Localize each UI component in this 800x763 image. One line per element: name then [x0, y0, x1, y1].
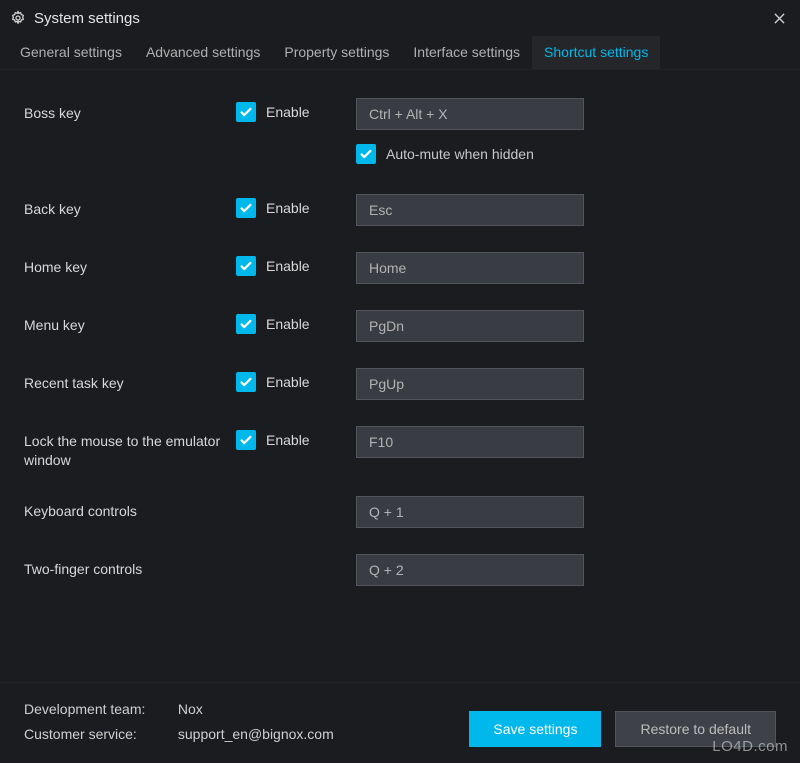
enable-boss-key: Enable: [236, 98, 356, 122]
tab-shortcut[interactable]: Shortcut settings: [532, 36, 660, 69]
save-button[interactable]: Save settings: [469, 711, 601, 747]
label-recent-key: Recent task key: [24, 368, 236, 393]
input-back-key[interactable]: [356, 194, 584, 226]
input-wrap-twofinger: [356, 554, 776, 586]
row-lock-mouse: Lock the mouse to the emulator window En…: [24, 426, 776, 470]
enable-keyboard-controls-empty: [236, 496, 356, 500]
enable-menu-key: Enable: [236, 310, 356, 334]
row-recent-key: Recent task key Enable: [24, 368, 776, 400]
label-boss-key: Boss key: [24, 98, 236, 123]
row-back-key: Back key Enable: [24, 194, 776, 226]
gear-icon: [10, 10, 26, 26]
input-wrap-boss: Auto-mute when hidden: [356, 98, 776, 164]
input-recent-key[interactable]: [356, 368, 584, 400]
input-wrap-home: [356, 252, 776, 284]
tab-interface[interactable]: Interface settings: [401, 36, 532, 69]
cs-value: support_en@bignox.com: [178, 726, 334, 742]
checkbox-automute[interactable]: [356, 144, 376, 164]
enable-back-key: Enable: [236, 194, 356, 218]
content: Boss key Enable Auto-mute when hidden Ba…: [0, 70, 800, 586]
input-twofinger-controls[interactable]: [356, 554, 584, 586]
input-keyboard-controls[interactable]: [356, 496, 584, 528]
enable-label: Enable: [266, 200, 310, 216]
label-twofinger-controls: Two-finger controls: [24, 554, 236, 579]
checkbox-boss-key[interactable]: [236, 102, 256, 122]
row-boss-key: Boss key Enable Auto-mute when hidden: [24, 98, 776, 164]
dev-team-value: Nox: [178, 701, 203, 717]
input-lock-mouse[interactable]: [356, 426, 584, 458]
checkbox-lock-mouse[interactable]: [236, 430, 256, 450]
row-keyboard-controls: Keyboard controls: [24, 496, 776, 528]
input-wrap-lock: [356, 426, 776, 458]
enable-recent-key: Enable: [236, 368, 356, 392]
label-keyboard-controls: Keyboard controls: [24, 496, 236, 521]
input-menu-key[interactable]: [356, 310, 584, 342]
titlebar-left: System settings: [10, 10, 140, 27]
enable-label: Enable: [266, 258, 310, 274]
row-twofinger-controls: Two-finger controls: [24, 554, 776, 586]
checkbox-back-key[interactable]: [236, 198, 256, 218]
input-wrap-keyboard: [356, 496, 776, 528]
enable-twofinger-empty: [236, 554, 356, 558]
enable-home-key: Enable: [236, 252, 356, 276]
checkbox-recent-key[interactable]: [236, 372, 256, 392]
automute-row: Auto-mute when hidden: [356, 144, 776, 164]
enable-lock-mouse: Enable: [236, 426, 356, 450]
input-wrap-recent: [356, 368, 776, 400]
row-menu-key: Menu key Enable: [24, 310, 776, 342]
input-boss-key[interactable]: [356, 98, 584, 130]
tabs: General settings Advanced settings Prope…: [0, 36, 800, 70]
restore-button[interactable]: Restore to default: [615, 711, 776, 747]
label-back-key: Back key: [24, 194, 236, 219]
automute-label: Auto-mute when hidden: [386, 146, 534, 162]
row-home-key: Home key Enable: [24, 252, 776, 284]
dev-team-label: Development team:: [24, 697, 174, 722]
label-menu-key: Menu key: [24, 310, 236, 335]
tab-general[interactable]: General settings: [8, 36, 134, 69]
checkbox-home-key[interactable]: [236, 256, 256, 276]
label-home-key: Home key: [24, 252, 236, 277]
footer-info: Development team: Nox Customer service: …: [24, 697, 334, 747]
enable-label: Enable: [266, 104, 310, 120]
tab-property[interactable]: Property settings: [272, 36, 401, 69]
tab-advanced[interactable]: Advanced settings: [134, 36, 272, 69]
footer-buttons: Save settings Restore to default: [469, 711, 776, 747]
input-wrap-back: [356, 194, 776, 226]
checkbox-menu-key[interactable]: [236, 314, 256, 334]
label-lock-mouse: Lock the mouse to the emulator window: [24, 426, 236, 470]
titlebar: System settings: [0, 0, 800, 36]
input-home-key[interactable]: [356, 252, 584, 284]
close-button[interactable]: [770, 9, 788, 27]
enable-label: Enable: [266, 374, 310, 390]
input-wrap-menu: [356, 310, 776, 342]
enable-label: Enable: [266, 432, 310, 448]
footer: Development team: Nox Customer service: …: [0, 682, 800, 763]
window-title: System settings: [34, 10, 140, 27]
enable-label: Enable: [266, 316, 310, 332]
cs-label: Customer service:: [24, 722, 174, 747]
